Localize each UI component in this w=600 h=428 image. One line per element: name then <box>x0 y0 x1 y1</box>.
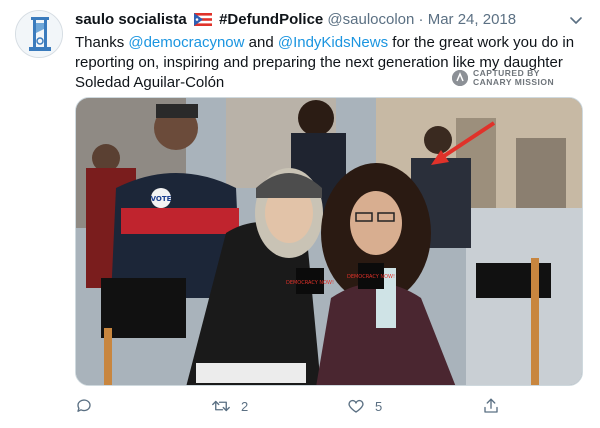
puerto-rico-flag-icon <box>193 12 212 32</box>
reply-icon <box>77 399 91 412</box>
watermark-line-2: CANARY MISSION <box>473 77 555 87</box>
tweet-actions: 2 5 <box>75 395 565 417</box>
watermark-logo-icon <box>452 70 468 86</box>
tweet-header: saulo socialista #DefundPolice @saulocol… <box>75 10 565 30</box>
retweet-button[interactable]: 2 <box>211 395 248 417</box>
user-handle[interactable]: @saulocolon <box>327 11 414 28</box>
vote-sign-text: VOTE <box>151 195 172 203</box>
avatar[interactable] <box>15 10 63 58</box>
canary-mission-watermark: CAPTURED BY CANARY MISSION <box>452 69 554 87</box>
mention-indykidsnews[interactable]: @IndyKidsNews <box>278 34 388 51</box>
display-name-hashtag: #DefundPolice <box>219 11 324 28</box>
mic-label-right: DEMOCRACY NOW! <box>347 274 395 280</box>
guillotine-avatar-icon <box>16 11 62 57</box>
share-button[interactable] <box>482 395 500 417</box>
like-count: 5 <box>375 398 383 414</box>
share-icon <box>484 398 498 413</box>
separator-dot: · <box>418 11 424 28</box>
heart-icon <box>348 399 364 413</box>
tweet-text-part: Thanks <box>75 34 129 51</box>
tweet-photo[interactable]: VOTE DEMOCRACY NOW! DEMOCRACY NOW! <box>75 97 583 386</box>
like-button[interactable]: 5 <box>347 395 382 417</box>
mention-democracynow[interactable]: @democracynow <box>128 34 244 51</box>
display-name[interactable]: saulo socialista <box>75 11 187 28</box>
tweet[interactable]: saulo socialista #DefundPolice @saulocol… <box>0 0 600 428</box>
chevron-down-icon[interactable] <box>567 12 585 30</box>
tweet-text-part: and <box>244 34 278 51</box>
retweet-count: 2 <box>241 398 249 414</box>
tweet-date[interactable]: Mar 24, 2018 <box>428 11 516 28</box>
retweet-icon <box>212 400 230 412</box>
mic-label-left: DEMOCRACY NOW! <box>286 280 334 286</box>
reply-button[interactable] <box>75 395 103 417</box>
